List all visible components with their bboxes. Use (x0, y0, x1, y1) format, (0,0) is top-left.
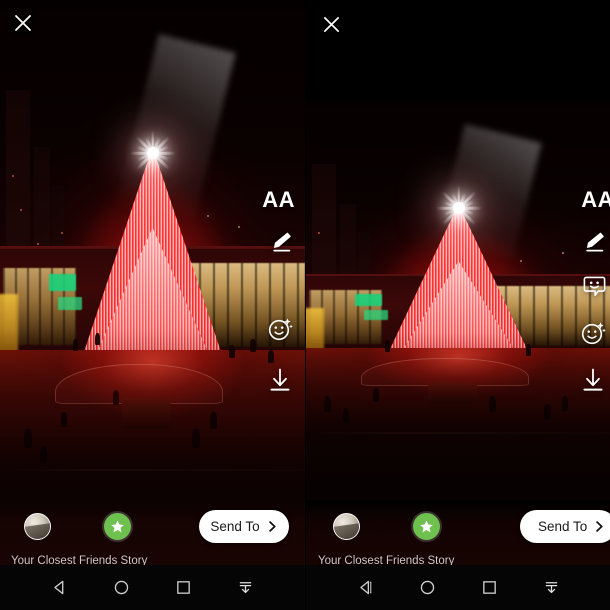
building-light (19, 209, 22, 212)
recents-square-icon (177, 581, 190, 594)
back-triangle-icon (53, 580, 63, 595)
draw-marker-icon (586, 232, 604, 252)
panel-left: AA Your Closest Friends Story Send To (0, 0, 305, 610)
sparkle-smiley-icon (581, 322, 606, 345)
recents-square-icon (482, 581, 496, 594)
photo-canvas-right[interactable] (306, 100, 610, 500)
share-bar-right: Your Closest Friends Story Send To (306, 500, 610, 567)
dual-screenshot-stage: AA Your Closest Friends Story Send To A … (0, 0, 610, 610)
home-circle-icon (420, 580, 434, 595)
story-photo-left (0, 0, 305, 565)
draw-tool-button[interactable] (580, 228, 608, 256)
green-shop-sign (48, 274, 77, 291)
story-photo-right (306, 100, 610, 500)
nav-hide-button[interactable] (231, 573, 261, 603)
building-light (61, 231, 63, 234)
share-bar-left: Your Closest Friends Story Send To (0, 500, 305, 567)
tree-star-icon (129, 129, 176, 176)
download-icon (270, 368, 290, 391)
text-tool-button[interactable]: AA (262, 187, 295, 213)
closest-friends-star-icon (413, 513, 440, 540)
send-to-button[interactable]: Send To (520, 510, 610, 543)
ground-shadow (306, 332, 610, 500)
sticker-icon (583, 276, 605, 296)
android-navbar-right (306, 565, 610, 610)
closest-friends-star-icon (104, 513, 131, 540)
text-aa-icon: AA (581, 187, 610, 212)
nav-back-button[interactable] (350, 573, 380, 603)
draw-marker-icon (273, 232, 291, 252)
hide-navbar-down-icon (240, 582, 252, 594)
tree-star-icon (435, 185, 482, 231)
send-to-button[interactable]: Send To (199, 510, 289, 543)
chevron-right-icon (596, 521, 603, 532)
effects-tool-button[interactable] (265, 314, 295, 344)
send-to-label: Send To (210, 519, 260, 534)
photo-canvas-left[interactable] (0, 0, 305, 565)
your-story-avatar (333, 513, 360, 540)
sparkle-smiley-icon (268, 318, 293, 341)
save-download-button[interactable] (578, 365, 608, 395)
nav-home-button[interactable] (106, 573, 136, 603)
nav-back-button[interactable] (44, 573, 74, 603)
nav-recents-button[interactable] (474, 573, 504, 603)
draw-tool-button[interactable] (267, 228, 295, 256)
close-x-icon (15, 15, 31, 31)
text-aa-icon: AA (262, 187, 295, 212)
nav-hide-button[interactable] (536, 573, 566, 603)
destination-closest-friends[interactable] (104, 513, 131, 540)
building-light (237, 226, 240, 228)
destination-closest-friends[interactable] (413, 513, 440, 540)
download-icon (583, 368, 603, 391)
destination-your-story[interactable] (24, 513, 51, 540)
effects-tool-button[interactable] (578, 318, 608, 348)
destination-your-story[interactable] (333, 513, 360, 540)
text-tool-button[interactable]: AA (581, 187, 610, 213)
android-navbar-left (0, 565, 305, 610)
nav-recents-button[interactable] (169, 573, 199, 603)
sticker-tool-button[interactable] (580, 272, 608, 300)
green-shop-sign (354, 294, 383, 306)
save-download-button[interactable] (265, 365, 295, 395)
back-triangle-icon (359, 580, 371, 595)
chevron-right-icon (268, 521, 276, 532)
your-story-avatar (24, 513, 51, 540)
panel-right: AA (305, 0, 610, 610)
send-to-label: Send To (538, 519, 588, 534)
close-x-icon (323, 16, 339, 32)
close-button[interactable] (316, 9, 346, 39)
nav-home-button[interactable] (412, 573, 442, 603)
hide-navbar-down-icon (545, 582, 557, 594)
home-circle-icon (114, 580, 129, 595)
building-light (36, 242, 39, 245)
close-button[interactable] (8, 8, 38, 38)
